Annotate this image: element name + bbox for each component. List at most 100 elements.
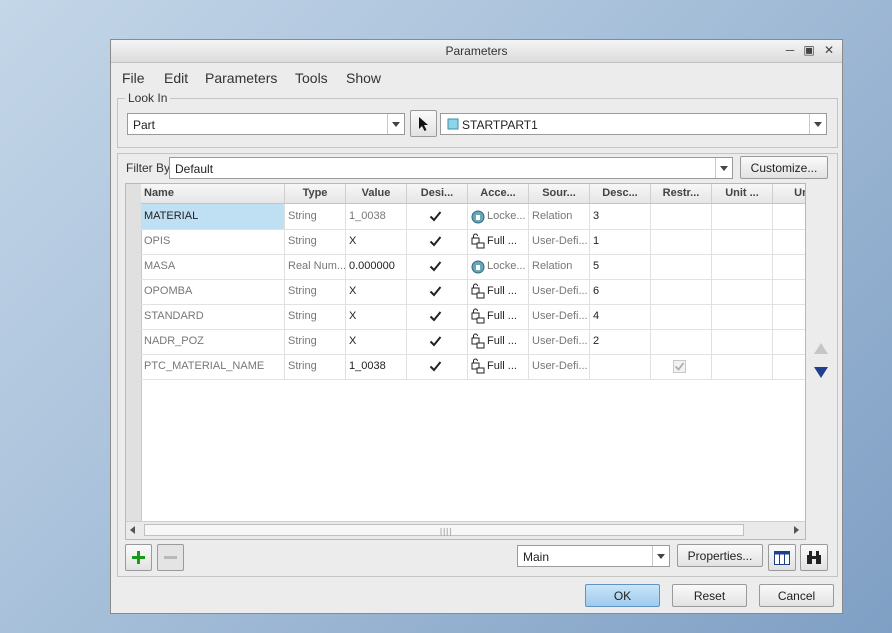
cell-designate[interactable] — [407, 279, 468, 304]
move-down-icon[interactable] — [814, 367, 828, 378]
cell-restricted[interactable] — [651, 354, 712, 379]
cell-unit[interactable] — [712, 329, 773, 354]
ok-button[interactable]: OK — [585, 584, 660, 607]
cell-value[interactable]: 1_0038 — [346, 204, 407, 229]
look-in-model-select[interactable]: STARTPART1 — [440, 113, 827, 135]
cell-desc[interactable]: 5 — [590, 254, 651, 279]
cell-access[interactable]: Full ... — [468, 279, 529, 304]
cell-name[interactable]: PTC_MATERIAL_NAME — [141, 354, 285, 379]
cell-unit2[interactable] — [773, 304, 805, 329]
cell-value[interactable]: X — [346, 329, 407, 354]
cell-designate[interactable] — [407, 304, 468, 329]
checkmark-icon[interactable] — [429, 260, 442, 273]
properties-button[interactable]: Properties... — [677, 544, 763, 567]
cell-access[interactable]: Locke... — [468, 254, 529, 279]
cell-value[interactable]: X — [346, 304, 407, 329]
cell-name[interactable]: MASA — [141, 254, 285, 279]
cell-unit2[interactable] — [773, 229, 805, 254]
view-select[interactable]: Main — [517, 545, 670, 567]
maximize-icon[interactable]: ▣ — [802, 43, 816, 57]
add-parameter-button[interactable] — [125, 544, 152, 571]
table-columns-button[interactable] — [768, 544, 796, 571]
cell-desc[interactable]: 2 — [590, 329, 651, 354]
cell-source[interactable]: User-Defi... — [529, 304, 590, 329]
cell-type[interactable]: String — [285, 229, 346, 254]
cell-type[interactable]: String — [285, 279, 346, 304]
cell-designate[interactable] — [407, 354, 468, 379]
cell-access[interactable]: Full ... — [468, 354, 529, 379]
cell-name[interactable]: MATERIAL — [141, 204, 285, 229]
scroll-right-icon[interactable] — [794, 526, 799, 534]
cell-unit[interactable] — [712, 304, 773, 329]
cell-restricted[interactable] — [651, 329, 712, 354]
parameters-table[interactable]: Name Type Value Desi... Acce... Sour... … — [125, 183, 806, 540]
cell-name[interactable]: OPIS — [141, 229, 285, 254]
cell-source[interactable]: User-Defi... — [529, 329, 590, 354]
col-unit-2[interactable]: Uni — [773, 184, 805, 203]
table-row[interactable]: PTC_MATERIAL_NAME String 1_0038 Full ... Use… — [141, 354, 805, 380]
menu-parameters[interactable]: Parameters — [205, 70, 277, 86]
cell-unit[interactable] — [712, 354, 773, 379]
col-designate[interactable]: Desi... — [407, 184, 468, 203]
table-row[interactable]: OPOMBA String X Full ... User-Defi... 6 — [141, 279, 805, 305]
cell-unit[interactable] — [712, 279, 773, 304]
cell-unit2[interactable] — [773, 329, 805, 354]
cell-name[interactable]: STANDARD — [141, 304, 285, 329]
reset-button[interactable]: Reset — [672, 584, 747, 607]
checkmark-icon[interactable] — [429, 360, 442, 373]
cell-access[interactable]: Full ... — [468, 304, 529, 329]
cell-restricted[interactable] — [651, 254, 712, 279]
cell-restricted[interactable] — [651, 279, 712, 304]
horizontal-scrollbar[interactable]: |||| — [126, 521, 805, 539]
cancel-button[interactable]: Cancel — [759, 584, 834, 607]
cell-designate[interactable] — [407, 204, 468, 229]
menu-file[interactable]: File — [122, 70, 145, 86]
customize-button[interactable]: Customize... — [740, 156, 828, 179]
cell-source[interactable]: Relation — [529, 254, 590, 279]
col-restricted[interactable]: Restr... — [651, 184, 712, 203]
cell-designate[interactable] — [407, 229, 468, 254]
cell-desc[interactable]: 4 — [590, 304, 651, 329]
cell-unit2[interactable] — [773, 354, 805, 379]
close-icon[interactable]: ✕ — [822, 43, 836, 57]
title-bar[interactable]: Parameters ─ ▣ ✕ — [111, 40, 842, 63]
cell-restricted[interactable] — [651, 229, 712, 254]
cell-value[interactable]: 0.000000 — [346, 254, 407, 279]
table-row[interactable]: STANDARD String X Full ... User-Defi... 4 — [141, 304, 805, 330]
cell-source[interactable]: User-Defi... — [529, 229, 590, 254]
table-row[interactable]: MASA Real Num... 0.000000 Locke... Relation 5 — [141, 254, 805, 280]
cell-type[interactable]: String — [285, 204, 346, 229]
move-up-icon[interactable] — [814, 343, 828, 354]
cell-unit2[interactable] — [773, 254, 805, 279]
checkmark-icon[interactable] — [429, 335, 442, 348]
cell-value[interactable]: X — [346, 279, 407, 304]
cell-type[interactable]: Real Num... — [285, 254, 346, 279]
filter-select[interactable]: Default — [169, 157, 733, 179]
cell-name[interactable]: OPOMBA — [141, 279, 285, 304]
menu-tools[interactable]: Tools — [295, 70, 328, 86]
cell-desc[interactable]: 1 — [590, 229, 651, 254]
find-button[interactable] — [800, 544, 828, 571]
cell-source[interactable]: User-Defi... — [529, 354, 590, 379]
cell-source[interactable]: Relation — [529, 204, 590, 229]
scroll-thumb[interactable]: |||| — [144, 524, 744, 536]
select-model-button[interactable] — [410, 110, 437, 137]
cell-desc[interactable] — [590, 354, 651, 379]
cell-unit[interactable] — [712, 254, 773, 279]
col-source[interactable]: Sour... — [529, 184, 590, 203]
scroll-left-icon[interactable] — [130, 526, 135, 534]
cell-unit[interactable] — [712, 229, 773, 254]
minimize-icon[interactable]: ─ — [783, 43, 797, 57]
cell-access[interactable]: Full ... — [468, 229, 529, 254]
cell-unit[interactable] — [712, 204, 773, 229]
cell-restricted[interactable] — [651, 304, 712, 329]
table-row[interactable]: NADR_POZ String X Full ... User-Defi... 2 — [141, 329, 805, 355]
cell-name[interactable]: NADR_POZ — [141, 329, 285, 354]
cell-value[interactable]: X — [346, 229, 407, 254]
checkmark-icon[interactable] — [429, 310, 442, 323]
checkmark-icon[interactable] — [429, 210, 442, 223]
cell-source[interactable]: User-Defi... — [529, 279, 590, 304]
col-type[interactable]: Type — [285, 184, 346, 203]
checkmark-icon[interactable] — [429, 235, 442, 248]
col-unit[interactable]: Unit ... — [712, 184, 773, 203]
